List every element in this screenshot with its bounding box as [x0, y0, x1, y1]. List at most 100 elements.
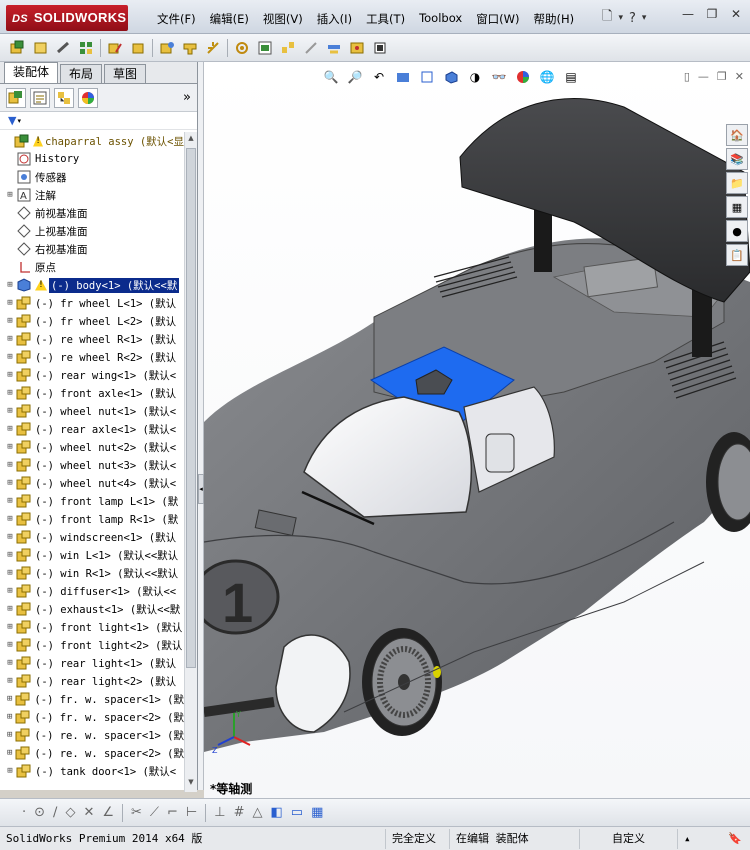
reference-geometry-icon[interactable] — [204, 39, 222, 57]
close-icon[interactable]: ✕ — [726, 6, 746, 24]
tree-item[interactable]: ⊞ (-) rear axle<1> (默认< — [0, 420, 184, 438]
tree-item[interactable]: ⊞ (-) tank door<1> (默认< — [0, 762, 184, 780]
expand-icon[interactable]: ⊞ — [4, 370, 16, 380]
tree-item[interactable]: History — [0, 150, 184, 168]
expand-icon[interactable]: ⊞ — [4, 298, 16, 308]
tree-item[interactable]: ⊞ (-) fr. w. spacer<1> (默 — [0, 690, 184, 708]
expand-icon[interactable]: ⊞ — [4, 406, 16, 416]
expand-panel-icon[interactable]: » — [183, 90, 191, 105]
tree-item[interactable]: ⊞ (-) wheel nut<4> (默认< — [0, 474, 184, 492]
tree-scrollbar[interactable]: ▲ ▼ — [184, 132, 197, 792]
menu-file[interactable]: 文件(F) — [150, 9, 203, 29]
property-manager-icon[interactable] — [30, 87, 50, 108]
expand-icon[interactable]: ⊞ — [4, 622, 16, 632]
corner-icon[interactable]: ⌐ — [167, 805, 178, 820]
tree-item[interactable]: ⊞ (-) exhaust<1> (默认<<默 — [0, 600, 184, 618]
tree-item[interactable]: 上视基准面 — [0, 222, 184, 240]
tree-item[interactable]: ⊞ (-) re. w. spacer<1> (默 — [0, 726, 184, 744]
expand-icon[interactable]: ⊞ — [4, 568, 16, 578]
expand-icon[interactable]: ⊞ — [4, 460, 16, 470]
new-part-icon[interactable] — [31, 39, 49, 57]
assembly-features-icon[interactable] — [181, 39, 199, 57]
tree-item[interactable]: ⊞ A 注解 — [0, 186, 184, 204]
polygon-icon[interactable]: ◇ — [65, 805, 75, 820]
expand-icon[interactable]: ⊞ — [4, 514, 16, 524]
tree-item[interactable]: 前视基准面 — [0, 204, 184, 222]
tree-item[interactable]: ! chaparral assy (默认<显 — [0, 132, 184, 150]
tree-item[interactable]: 原点 — [0, 258, 184, 276]
tree-item[interactable]: ⊞ (-) wheel nut<1> (默认< — [0, 402, 184, 420]
cube-view-icon[interactable]: ◧ — [270, 805, 282, 820]
triangle-icon[interactable]: △ — [252, 805, 262, 820]
offset-icon[interactable]: ⟋ — [150, 805, 159, 820]
viewport-restore-icon[interactable]: ❐ — [717, 70, 727, 83]
tree-item[interactable]: ⊞ (-) win L<1> (默认<<默认 — [0, 546, 184, 564]
car-model-render[interactable]: 1 — [204, 62, 750, 798]
tree-item[interactable]: ⊞ (-) front light<1> (默认 — [0, 618, 184, 636]
zoom-to-area-icon[interactable]: 🔎 — [346, 68, 364, 86]
expand-icon[interactable]: ⊞ — [4, 190, 16, 200]
grid-lines-icon[interactable]: # — [234, 805, 245, 820]
menu-tools[interactable]: 工具(T) — [359, 9, 412, 29]
tree-item[interactable]: ⊞ (-) win R<1> (默认<<默认 — [0, 564, 184, 582]
tree-item[interactable]: ⊞ (-) wheel nut<3> (默认< — [0, 456, 184, 474]
tab-layout[interactable]: 布局 — [60, 64, 103, 83]
section-view-icon[interactable] — [394, 68, 412, 86]
expand-icon[interactable]: ⊞ — [4, 640, 16, 650]
viewport-expand-icon[interactable]: ▯ — [684, 70, 690, 83]
tab-sketch[interactable]: 草图 — [104, 64, 147, 83]
design-library-icon[interactable]: 📚 — [726, 148, 748, 170]
menu-view[interactable]: 视图(V) — [256, 9, 310, 29]
filter-icon[interactable]: ▼ — [8, 114, 16, 127]
tree-item[interactable]: ⊞ (-) rear light<2> (默认 — [0, 672, 184, 690]
expand-icon[interactable]: ⊞ — [4, 676, 16, 686]
apply-scene-icon[interactable]: 🌐 — [538, 68, 556, 86]
expand-icon[interactable]: ⊞ — [4, 316, 16, 326]
tree-item[interactable]: ⊞ (-) wheel nut<2> (默认< — [0, 438, 184, 456]
chevron-down-icon[interactable]: ▾ — [642, 13, 647, 23]
expand-icon[interactable]: ⊞ — [4, 388, 16, 398]
tree-item[interactable]: ⊞ (-) re wheel R<1> (默认 — [0, 330, 184, 348]
tree-item[interactable]: ⊞ (-) fr wheel L<2> (默认 — [0, 312, 184, 330]
bill-of-materials-icon[interactable] — [256, 39, 274, 57]
custom-properties-icon[interactable]: 📋 — [726, 244, 748, 266]
tree-item[interactable]: ⊞ (-) rear wing<1> (默认< — [0, 366, 184, 384]
graphics-viewport[interactable]: 1 🔍 🔎 ↶ ◑ 👓 🌐 ▤ ▯ — ❐ ✕ 🏠 📚 📁 ▦ ● 📋 Y Z … — [204, 62, 750, 798]
expand-icon[interactable]: ⊞ — [4, 766, 16, 776]
explode-line-sketch-icon[interactable] — [302, 39, 320, 57]
tree-item[interactable]: ⊞ (-) front axle<1> (默认 — [0, 384, 184, 402]
dynamic-annotation-icon[interactable] — [418, 68, 436, 86]
viewport-minimize-icon[interactable]: — — [698, 70, 709, 83]
angle-icon[interactable]: ∠ — [102, 805, 114, 820]
configuration-manager-icon[interactable] — [54, 87, 74, 108]
tree-item[interactable]: ⊞ (-) re. w. spacer<2> (默 — [0, 744, 184, 762]
new-motion-study-icon[interactable] — [233, 39, 251, 57]
expand-icon[interactable]: ⊞ — [4, 712, 15, 722]
tree-item[interactable]: ⊞ (-) diffuser<1> (默认<< — [0, 582, 184, 600]
menu-toolbox[interactable]: Toolbox — [412, 9, 469, 29]
point-icon[interactable]: · — [22, 805, 26, 820]
solidworks-logo[interactable]: DS SOLIDWORKS — [6, 5, 128, 31]
viewport-close-icon[interactable]: ✕ — [735, 70, 744, 83]
expand-icon[interactable]: ⊞ — [4, 496, 16, 506]
expand-icon[interactable]: ⊞ — [4, 694, 15, 704]
feature-manager-icon[interactable] — [6, 87, 26, 108]
zoom-to-fit-icon[interactable]: 🔍 — [322, 68, 340, 86]
tree-item[interactable]: ⊞ (-) rear light<1> (默认 — [0, 654, 184, 672]
tree-item[interactable]: ⊞ (-) fr. w. spacer<2> (默 — [0, 708, 184, 726]
display-manager-icon[interactable] — [78, 87, 98, 108]
expand-icon[interactable]: ⊞ — [4, 424, 16, 434]
tree-item[interactable]: ⊞ (-) windscreen<1> (默认 — [0, 528, 184, 546]
menu-help[interactable]: 帮助(H) — [527, 9, 582, 29]
expand-icon[interactable]: ⊞ — [4, 586, 16, 596]
component-pattern-icon[interactable] — [77, 39, 95, 57]
expand-icon[interactable]: ⊞ — [4, 334, 16, 344]
circle-icon[interactable]: ⊙ — [34, 805, 45, 820]
expand-icon[interactable]: ⊞ — [4, 730, 15, 740]
tree-item[interactable]: ⊞ (-) front lamp R<1> (默 — [0, 510, 184, 528]
expand-icon[interactable]: ⊞ — [4, 532, 16, 542]
cross-icon[interactable]: ✕ — [83, 805, 94, 820]
view-settings-icon[interactable]: ▤ — [562, 68, 580, 86]
edit-appearance-icon[interactable] — [514, 68, 532, 86]
scroll-down-icon[interactable]: ▼ — [186, 778, 196, 790]
